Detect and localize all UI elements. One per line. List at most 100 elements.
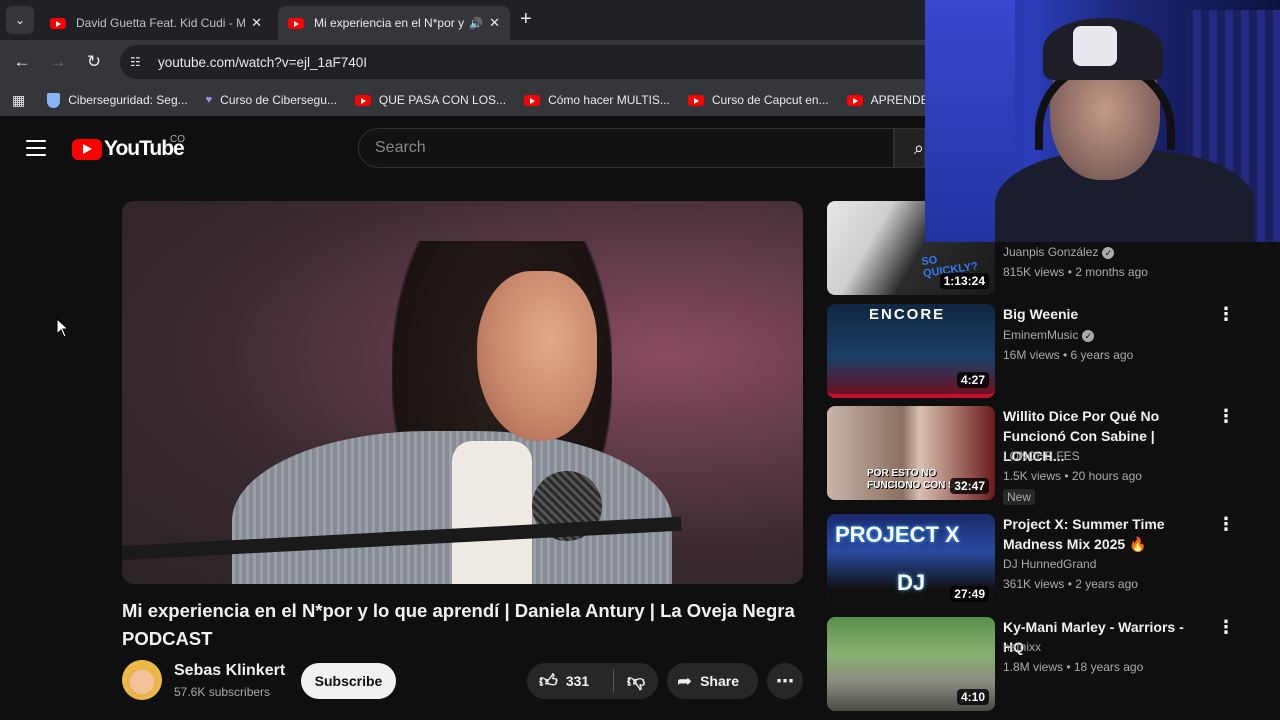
youtube-icon <box>846 94 863 106</box>
tab-title: Mi experiencia en el N*por y <box>314 16 465 30</box>
related-video[interactable]: ENCORE 4:27 Big Weenie EminemMusic ✓ 16M … <box>827 304 1267 398</box>
dislike-button[interactable]: 👎︎ <box>614 670 658 692</box>
subscribe-button[interactable]: Subscribe <box>301 663 396 699</box>
more-vertical-icon[interactable]: ⋮ <box>1217 304 1235 325</box>
new-badge: New <box>1003 489 1036 505</box>
related-meta: 1.5K views • 20 hours ago <box>1003 469 1142 483</box>
menu-icon[interactable] <box>26 140 46 156</box>
address-bar[interactable]: ☷ youtube.com/watch?v=ejl_1aF740I <box>120 45 925 79</box>
related-channel: netnixx <box>1003 640 1042 654</box>
thumbnail-text: PROJECT X <box>835 522 960 547</box>
video-thumbnail[interactable]: PROJECT X DJ 27:49 <box>827 514 995 608</box>
youtube-icon <box>354 94 371 106</box>
channel-name: EminemMusic <box>1003 328 1079 342</box>
rooster-logo-icon <box>1073 26 1117 66</box>
browser-tab-bar: ⌄ David Guetta Feat. Kid Cudi - M ✕ Mi e… <box>0 0 925 40</box>
speaker-icon[interactable]: 🔊 <box>469 17 483 30</box>
thumbnail-text: DJ <box>897 570 926 595</box>
video-frame-face <box>477 271 597 441</box>
bookmark-label: Curso de Cibersegu... <box>220 93 337 107</box>
more-vertical-icon[interactable]: ⋮ <box>1217 406 1235 427</box>
bookmark-item[interactable]: Ciberseguridad: Seg... <box>47 92 188 108</box>
apps-grid-icon[interactable]: ▦ <box>12 92 25 109</box>
browser-toolbar: ← → ↻ ☷ youtube.com/watch?v=ejl_1aF740I <box>0 40 925 84</box>
youtube-logo[interactable]: YouTube <box>72 137 185 161</box>
reload-button[interactable]: ↻ <box>82 50 106 74</box>
thumbnail-text: ENCORE <box>869 306 946 323</box>
bookmark-item[interactable]: APRENDE a ED <box>846 93 925 107</box>
mouse-cursor-icon <box>56 318 70 338</box>
duration-badge: 32:47 <box>950 478 989 494</box>
related-meta: 815K views • 2 months ago <box>1003 265 1148 279</box>
related-video[interactable]: PROJECT X DJ 27:49 Project X: Summer Tim… <box>827 514 1267 608</box>
more-actions-button[interactable]: ⋯ <box>767 663 803 699</box>
thumbs-up-icon: 👍︎ <box>539 671 558 691</box>
tab-current-video[interactable]: Mi experiencia en el N*por y 🔊 ✕ <box>278 6 510 40</box>
forward-button[interactable]: → <box>46 50 70 74</box>
related-channel: EminemMusic ✓ <box>1003 325 1095 345</box>
bookmark-label: Ciberseguridad: Seg... <box>68 93 188 107</box>
video-thumbnail[interactable]: POR ESTO NO FUNCIONO CON SAL... 32:47 <box>827 406 995 500</box>
shield-icon <box>47 92 61 108</box>
related-video[interactable]: 4:10 Ky-Mani Marley - Warriors - HQ netn… <box>827 617 1267 711</box>
bookmark-label: Curso de Capcut en... <box>711 93 829 107</box>
search-input[interactable]: Search <box>358 128 894 168</box>
like-dislike-group: 👍︎ 331 👎︎ <box>527 663 658 699</box>
webcam-overlay <box>925 0 1280 242</box>
verified-icon: ✓ <box>1082 329 1095 342</box>
new-tab-button[interactable]: + <box>520 8 532 31</box>
related-channel: DJ HunnedGrand <box>1003 557 1097 571</box>
bookmark-item[interactable]: Curso de Capcut en... <box>687 93 829 107</box>
channel-name: Juanpis González <box>1003 245 1099 259</box>
channel-row: Sebas Klinkert 57.6K subscribers Subscri… <box>122 660 803 702</box>
more-vertical-icon[interactable]: ⋮ <box>1217 514 1235 535</box>
video-player[interactable] <box>122 201 803 584</box>
url-text: youtube.com/watch?v=ejl_1aF740I <box>158 54 368 70</box>
video-thumbnail[interactable]: ENCORE 4:27 <box>827 304 995 398</box>
back-button[interactable]: ← <box>10 50 34 74</box>
duration-badge: 27:49 <box>950 586 989 602</box>
youtube-favicon-icon <box>50 17 66 29</box>
close-tab-icon[interactable]: ✕ <box>489 15 500 31</box>
bookmarks-bar: ▦ Ciberseguridad: Seg... ♥ Curso de Cibe… <box>0 84 925 116</box>
share-label: Share <box>700 673 740 689</box>
channel-avatar[interactable] <box>122 660 162 700</box>
video-title: Mi experiencia en el N*por y lo que apre… <box>122 600 795 649</box>
more-horizontal-icon: ⋯ <box>776 670 794 691</box>
youtube-favicon-icon <box>288 17 304 29</box>
related-channel: LONCHE FES <box>1003 449 1080 463</box>
video-thumbnail[interactable]: 4:10 <box>827 617 995 711</box>
duration-badge: 4:10 <box>956 689 989 705</box>
like-button[interactable]: 👍︎ 331 <box>527 663 613 699</box>
youtube-header: YouTube Search ⌕ <box>0 116 925 180</box>
site-settings-icon[interactable]: ☷ <box>130 55 148 69</box>
tab-search-button[interactable]: ⌄ <box>6 6 34 34</box>
search-icon[interactable]: ⌕ <box>894 128 925 168</box>
screen: ⌄ David Guetta Feat. Kid Cudi - M ✕ Mi e… <box>0 0 1280 720</box>
tab-title: David Guetta Feat. Kid Cudi - M <box>76 16 246 30</box>
region-code: CO <box>170 134 185 145</box>
related-meta: 16M views • 6 years ago <box>1003 348 1134 362</box>
close-tab-icon[interactable]: ✕ <box>251 15 262 31</box>
bookmark-item[interactable]: QUE PASA CON LOS... <box>354 93 507 107</box>
thumbs-down-icon: 👎︎ <box>626 671 646 691</box>
gem-icon: ♥ <box>205 94 213 106</box>
youtube-play-icon <box>72 138 102 160</box>
tab-david-guetta[interactable]: David Guetta Feat. Kid Cudi - M ✕ <box>40 6 272 40</box>
channel-name[interactable]: Sebas Klinkert <box>174 662 285 680</box>
bookmark-item[interactable]: Cómo hacer MULTIS... <box>524 93 670 107</box>
bookmark-item[interactable]: ♥ Curso de Cibersegu... <box>206 93 337 107</box>
more-vertical-icon[interactable]: ⋮ <box>1217 617 1235 638</box>
youtube-icon <box>687 94 704 106</box>
related-title[interactable]: Big Weenie <box>1003 304 1203 324</box>
related-channel: Juanpis González ✓ <box>1003 242 1115 262</box>
bookmark-label: APRENDE a ED <box>870 93 925 107</box>
subscriber-count: 57.6K subscribers <box>174 685 271 699</box>
related-title[interactable]: Project X: Summer Time Madness Mix 2025 … <box>1003 514 1203 554</box>
bookmark-label: QUE PASA CON LOS... <box>378 93 507 107</box>
duration-badge: 4:27 <box>956 372 989 388</box>
share-button[interactable]: ➦ Share <box>667 663 758 699</box>
share-arrow-icon: ➦ <box>677 670 693 691</box>
like-count: 331 <box>565 673 590 689</box>
related-video[interactable]: POR ESTO NO FUNCIONO CON SAL... 32:47 Wi… <box>827 406 1267 505</box>
